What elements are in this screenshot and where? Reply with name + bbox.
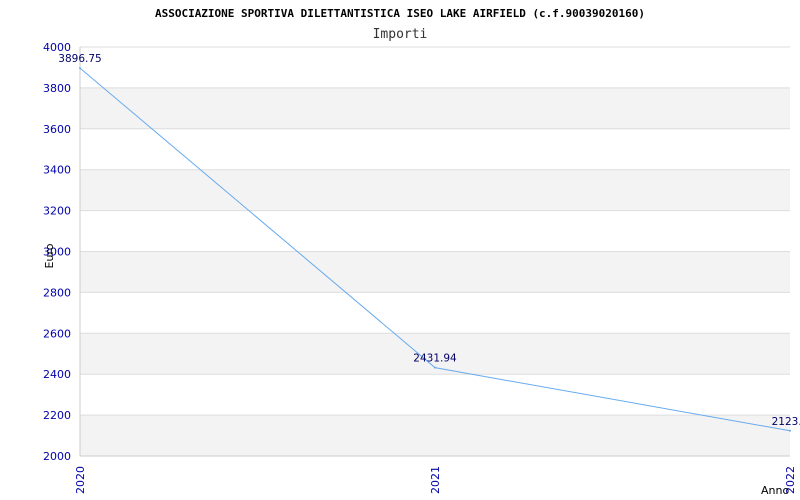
grid-band (80, 251, 790, 293)
data-point (434, 366, 436, 369)
data-label: 2123.4 (772, 416, 800, 428)
y-tick-label: 2600 (43, 327, 71, 340)
data-point (789, 429, 791, 432)
x-tick-labels: 2020 2021 2022 (74, 466, 797, 494)
y-tick-label: 2400 (43, 368, 71, 381)
y-tick-label: 4000 (43, 41, 71, 54)
x-tick-label: 2021 (429, 466, 442, 494)
y-tick-label: 2800 (43, 286, 71, 299)
grid-band (80, 169, 790, 211)
x-tick-label: 2020 (74, 466, 87, 494)
y-tick-label: 2200 (43, 409, 71, 422)
line-chart: 2000220024002600280030003200340036003800… (43, 7, 800, 497)
chart-title: ASSOCIAZIONE SPORTIVA DILETTANTISTICA IS… (155, 7, 645, 20)
data-label: 3896.75 (58, 53, 101, 65)
chart-subtitle: Importi (373, 27, 428, 42)
y-tick-label: 3800 (43, 82, 71, 95)
y-tick-label: 3200 (43, 205, 71, 218)
chart-container: 2000 2200 2400 2600 2800 3000 3200 3400 3600 3800… (0, 0, 800, 500)
grid-band (80, 415, 790, 456)
x-axis-title: Anno (761, 484, 789, 497)
grid-band (80, 87, 790, 129)
y-tick-label: 2000 (43, 450, 71, 463)
y-tick-label: 3600 (43, 123, 71, 136)
y-axis-title: Euro (43, 243, 56, 268)
data-point (79, 67, 81, 70)
data-label: 2431.94 (413, 353, 457, 365)
y-tick-label: 3400 (43, 164, 71, 177)
